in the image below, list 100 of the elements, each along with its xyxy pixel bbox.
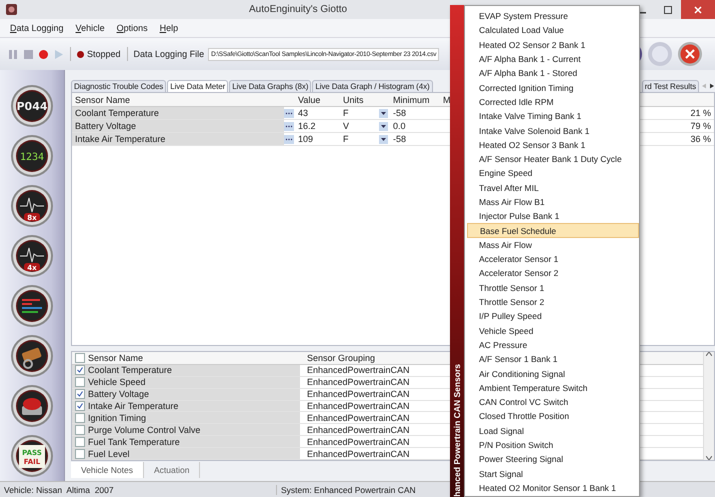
menu-item[interactable]: Throttle Sensor 2 xyxy=(467,294,639,310)
checkbox[interactable] xyxy=(75,412,85,423)
tab[interactable]: Live Data Graph / Histogram (4x) xyxy=(312,80,433,92)
menu-item[interactable]: EVAP System Pressure xyxy=(467,9,639,24)
record-icon[interactable] xyxy=(38,48,49,60)
menu-item[interactable]: A/F Alpha Bank 1 - Current xyxy=(467,52,639,66)
scroll-right-icon[interactable] xyxy=(710,83,714,89)
tab[interactable]: Live Data Graphs (8x) xyxy=(229,80,312,92)
menu-item[interactable]: Intake Valve Solenoid Bank 1 xyxy=(467,123,639,138)
column-header: Sensor Name xyxy=(88,352,144,363)
menu-item[interactable]: AC Pressure xyxy=(467,338,639,352)
table-cell-text: EnhancedPowertrainCAN xyxy=(306,412,410,424)
logging-status: Stopped xyxy=(87,49,121,59)
column-header: Units xyxy=(342,94,365,106)
menu-item[interactable]: Accelerator Sensor 2 xyxy=(467,266,639,281)
menu-item[interactable]: Calculated Load Value xyxy=(467,23,639,38)
checkbox[interactable] xyxy=(75,365,85,376)
table-cell: Intake Air Temperature xyxy=(88,400,178,411)
menu-item[interactable]: Power Steering Signal xyxy=(467,452,639,466)
menu-item[interactable]: Corrected Ignition Timing xyxy=(467,80,639,95)
stop-button[interactable] xyxy=(10,384,54,428)
table-cell-text: 79 % xyxy=(689,120,712,132)
table-cell-text: -58 xyxy=(392,107,408,119)
menu-item[interactable]: Options xyxy=(116,23,148,33)
table-cell-text: EnhancedPowertrainCAN xyxy=(306,376,410,388)
table-cell-text: EnhancedPowertrainCAN xyxy=(306,448,410,460)
tab[interactable]: Actuation xyxy=(144,462,200,478)
menu-item[interactable]: Closed Throttle Position xyxy=(467,409,639,424)
menu-item[interactable]: Load Signal xyxy=(467,424,639,438)
vehicle-status: Vehicle: Nissan Altima 2007 xyxy=(0,484,277,494)
table-cell: F xyxy=(343,108,348,118)
menu-item[interactable]: A/F Alpha Bank 1 - Stored xyxy=(467,66,639,80)
meter-button[interactable]: 1234 xyxy=(10,134,54,178)
menu-item[interactable]: Air Conditioning Signal xyxy=(467,366,639,381)
tab[interactable]: Vehicle Notes xyxy=(71,462,144,478)
trouble-codes-button[interactable]: P044 xyxy=(10,84,54,128)
menu-item[interactable]: Heated O2 Sensor 3 Bank 1 xyxy=(467,138,639,152)
menu-item[interactable]: Data Logging xyxy=(10,23,64,33)
more-icon[interactable] xyxy=(284,122,294,130)
app-icon xyxy=(6,4,17,15)
table-cell: Coolant Temperature xyxy=(72,107,284,119)
menu-item[interactable]: Travel After MIL xyxy=(467,180,639,195)
checkbox[interactable] xyxy=(75,389,85,400)
dropdown-icon[interactable] xyxy=(379,108,388,118)
menu-item[interactable]: Start Signal xyxy=(467,466,639,481)
checkbox[interactable] xyxy=(75,448,85,459)
tab[interactable]: Diagnostic Trouble Codes xyxy=(71,80,166,92)
dropdown-icon[interactable] xyxy=(379,134,388,144)
sensor-button[interactable] xyxy=(10,334,54,378)
menu-item[interactable]: Heated O2 Sensor 2 Bank 1 xyxy=(467,38,639,52)
maximize-icon[interactable] xyxy=(664,6,672,14)
menu-item[interactable]: A/F Sensor 1 Bank 1 xyxy=(467,352,639,366)
menu-item[interactable]: Engine Speed xyxy=(467,166,639,181)
menu-item[interactable]: Vehicle xyxy=(76,23,105,33)
menu-item[interactable]: Help xyxy=(160,23,178,33)
menu-item[interactable]: Accelerator Sensor 1 xyxy=(467,252,639,266)
tab[interactable]: Live Data Meter xyxy=(167,80,228,92)
table-cell-text: 109 xyxy=(297,133,314,145)
menu-item[interactable]: Corrected Idle RPM xyxy=(467,94,639,110)
scroll-down-icon[interactable] xyxy=(706,456,712,460)
menu-item[interactable]: Injector Pulse Bank 1 xyxy=(467,209,639,224)
menu-item[interactable]: Base Fuel Schedule xyxy=(467,223,639,238)
scroll-up-icon[interactable] xyxy=(706,352,712,356)
dropdown-icon[interactable] xyxy=(379,122,388,130)
menu-item[interactable]: Mass Air Flow B1 xyxy=(467,194,639,210)
table-cell: Fuel Tank Temperature xyxy=(88,436,180,447)
table-cell: Fuel Level xyxy=(88,448,130,459)
more-icon[interactable] xyxy=(284,134,294,144)
table-cell: V xyxy=(343,121,350,131)
table-cell: Vehicle Speed xyxy=(88,377,146,388)
table-cell: Intake Air Temperature xyxy=(72,133,284,145)
table-cell-text: 21 % xyxy=(689,107,712,119)
checkbox[interactable] xyxy=(75,400,85,411)
close-button[interactable] xyxy=(681,0,715,19)
menu-item[interactable]: Throttle Sensor 1 xyxy=(467,280,639,295)
table-cell: Battery Voltage xyxy=(88,389,150,400)
checkbox[interactable] xyxy=(75,352,85,363)
toolbar-round-icon[interactable] xyxy=(677,41,703,67)
menu-item[interactable]: CAN Control VC Switch xyxy=(467,395,639,410)
menu-item[interactable]: Mass Air Flow xyxy=(467,238,639,252)
table-cell-text: EnhancedPowertrainCAN xyxy=(306,388,410,400)
checkbox[interactable] xyxy=(75,436,85,447)
scrollbar[interactable] xyxy=(703,352,714,460)
bar-display-button[interactable] xyxy=(10,284,54,328)
menu-item[interactable]: Intake Valve Timing Bank 1 xyxy=(467,109,639,124)
table-cell: Coolant Temperature xyxy=(88,365,172,376)
menu-item[interactable]: P/N Position Switch xyxy=(467,438,639,452)
checkbox[interactable] xyxy=(75,377,85,388)
menu-item[interactable]: Vehicle Speed xyxy=(467,324,639,338)
tab[interactable]: rd Test Results xyxy=(642,80,699,92)
menu-item[interactable]: Heated O2 Monitor Sensor 1 Bank 1 xyxy=(467,480,639,496)
table-cell-text: 36 % xyxy=(689,133,712,145)
checkbox[interactable] xyxy=(75,424,85,435)
menu-item[interactable]: A/F Sensor Heater Bank 1 Duty Cycle xyxy=(467,152,639,166)
menu-item[interactable]: I/P Pulley Speed xyxy=(467,309,639,324)
table-cell-text: EnhancedPowertrainCAN xyxy=(306,400,410,412)
close-icon[interactable] xyxy=(694,6,702,14)
menu-item[interactable]: Ambient Temperature Switch xyxy=(467,380,639,396)
column-header: Sensor Name xyxy=(74,94,132,106)
more-icon[interactable] xyxy=(284,108,294,118)
